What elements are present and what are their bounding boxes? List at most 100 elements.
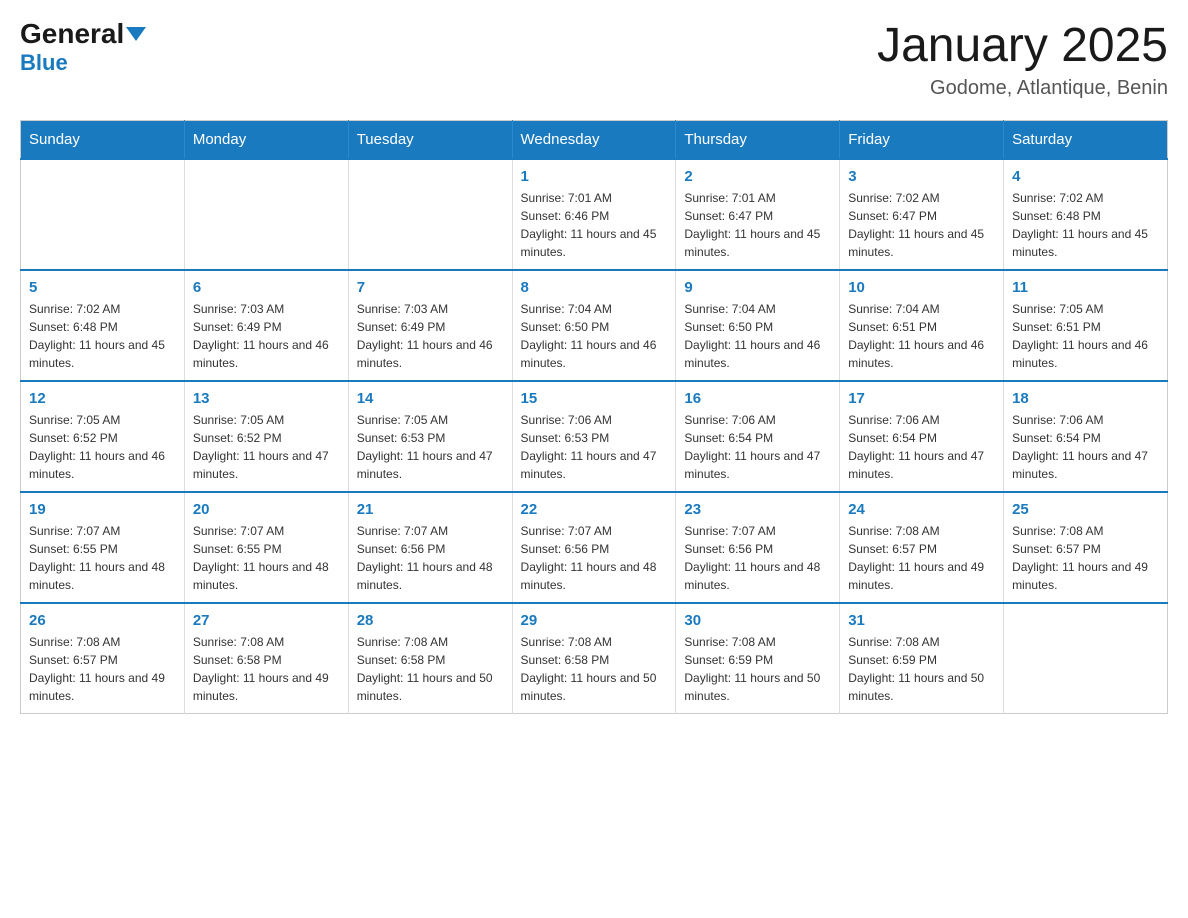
calendar-day-cell: 14Sunrise: 7:05 AM Sunset: 6:53 PM Dayli… bbox=[348, 381, 512, 492]
calendar-day-cell: 1 Sunrise: 7:01 AM Sunset: 6:46 PM Daylig… bbox=[512, 159, 676, 270]
day-number: 19 bbox=[29, 501, 176, 518]
day-of-week-header: Sunday bbox=[21, 120, 185, 159]
logo-general: General bbox=[20, 20, 146, 48]
calendar-day-cell: 11Sunrise: 7:05 AM Sunset: 6:51 PM Dayli… bbox=[1004, 270, 1168, 381]
calendar-day-cell: 3 Sunrise: 7:02 AM Sunset: 6:47 PM Daylig… bbox=[840, 159, 1004, 270]
day-number: 1 bbox=[521, 168, 668, 185]
calendar-day-cell: 31 Sunrise: 7:08 AM Sunset: 6:59 PM Dayli… bbox=[840, 603, 1004, 714]
day-number: 12 bbox=[29, 390, 176, 407]
day-number: 9 bbox=[684, 279, 831, 296]
day-of-week-header: Thursday bbox=[676, 120, 840, 159]
calendar-day-cell: 4 Sunrise: 7:02 AM Sunset: 6:48 PM Daylig… bbox=[1004, 159, 1168, 270]
day-info: Sunrise: 7:08 AM Sunset: 6:58 PM Dayligh… bbox=[521, 633, 668, 705]
calendar-day-cell: 9 Sunrise: 7:04 AM Sunset: 6:50 PM Daylig… bbox=[676, 270, 840, 381]
day-number: 24 bbox=[848, 501, 995, 518]
calendar-day-cell bbox=[348, 159, 512, 270]
location: Godome, Atlantique, Benin bbox=[877, 77, 1168, 100]
day-info: Sunrise: 7:06 AM Sunset: 6:54 PM Dayligh… bbox=[1012, 411, 1159, 483]
day-of-week-header: Wednesday bbox=[512, 120, 676, 159]
day-number: 14 bbox=[357, 390, 504, 407]
calendar-day-cell bbox=[1004, 603, 1168, 714]
day-info: Sunrise: 7:06 AM Sunset: 6:53 PM Dayligh… bbox=[521, 411, 668, 483]
day-info: Sunrise: 7:08 AM Sunset: 6:57 PM Dayligh… bbox=[29, 633, 176, 705]
calendar-day-cell: 10 Sunrise: 7:04 AM Sunset: 6:51 PM Dayli… bbox=[840, 270, 1004, 381]
calendar-day-cell: 6 Sunrise: 7:03 AM Sunset: 6:49 PM Daylig… bbox=[184, 270, 348, 381]
day-info: Sunrise: 7:03 AM Sunset: 6:49 PM Dayligh… bbox=[193, 300, 340, 372]
day-of-week-header: Saturday bbox=[1004, 120, 1168, 159]
day-number: 15 bbox=[521, 390, 668, 407]
calendar-day-cell bbox=[21, 159, 185, 270]
day-info: Sunrise: 7:06 AM Sunset: 6:54 PM Dayligh… bbox=[848, 411, 995, 483]
day-number: 17 bbox=[848, 390, 995, 407]
day-info: Sunrise: 7:03 AM Sunset: 6:49 PM Dayligh… bbox=[357, 300, 504, 372]
day-number: 25 bbox=[1012, 501, 1159, 518]
day-info: Sunrise: 7:04 AM Sunset: 6:51 PM Dayligh… bbox=[848, 300, 995, 372]
calendar-week-row: 26 Sunrise: 7:08 AM Sunset: 6:57 PM Dayli… bbox=[21, 603, 1168, 714]
calendar-day-cell: 28Sunrise: 7:08 AM Sunset: 6:58 PM Dayli… bbox=[348, 603, 512, 714]
calendar-week-row: 5Sunrise: 7:02 AM Sunset: 6:48 PM Daylig… bbox=[21, 270, 1168, 381]
day-number: 4 bbox=[1012, 168, 1159, 185]
day-number: 6 bbox=[193, 279, 340, 296]
day-info: Sunrise: 7:02 AM Sunset: 6:47 PM Dayligh… bbox=[848, 189, 995, 261]
calendar-week-row: 12 Sunrise: 7:05 AM Sunset: 6:52 PM Dayli… bbox=[21, 381, 1168, 492]
day-of-week-header: Friday bbox=[840, 120, 1004, 159]
calendar-day-cell: 17 Sunrise: 7:06 AM Sunset: 6:54 PM Dayli… bbox=[840, 381, 1004, 492]
day-number: 11 bbox=[1012, 279, 1159, 296]
day-info: Sunrise: 7:07 AM Sunset: 6:56 PM Dayligh… bbox=[521, 522, 668, 594]
day-info: Sunrise: 7:08 AM Sunset: 6:57 PM Dayligh… bbox=[848, 522, 995, 594]
calendar-day-cell: 25 Sunrise: 7:08 AM Sunset: 6:57 PM Dayli… bbox=[1004, 492, 1168, 603]
calendar-week-row: 19 Sunrise: 7:07 AM Sunset: 6:55 PM Dayli… bbox=[21, 492, 1168, 603]
day-number: 30 bbox=[684, 612, 831, 629]
day-number: 26 bbox=[29, 612, 176, 629]
day-info: Sunrise: 7:01 AM Sunset: 6:47 PM Dayligh… bbox=[684, 189, 831, 261]
calendar-day-cell: 26 Sunrise: 7:08 AM Sunset: 6:57 PM Dayli… bbox=[21, 603, 185, 714]
day-number: 27 bbox=[193, 612, 340, 629]
day-info: Sunrise: 7:07 AM Sunset: 6:55 PM Dayligh… bbox=[29, 522, 176, 594]
day-info: Sunrise: 7:07 AM Sunset: 6:56 PM Dayligh… bbox=[684, 522, 831, 594]
calendar-day-cell: 2 Sunrise: 7:01 AM Sunset: 6:47 PM Daylig… bbox=[676, 159, 840, 270]
month-title: January 2025 bbox=[877, 20, 1168, 73]
page-header: General Blue January 2025 Godome, Atlant… bbox=[20, 20, 1168, 100]
title-area: January 2025 Godome, Atlantique, Benin bbox=[877, 20, 1168, 100]
calendar-day-cell: 27 Sunrise: 7:08 AM Sunset: 6:58 PM Dayli… bbox=[184, 603, 348, 714]
calendar-day-cell: 23Sunrise: 7:07 AM Sunset: 6:56 PM Dayli… bbox=[676, 492, 840, 603]
day-number: 5 bbox=[29, 279, 176, 296]
calendar-day-cell: 5Sunrise: 7:02 AM Sunset: 6:48 PM Daylig… bbox=[21, 270, 185, 381]
day-of-week-header: Monday bbox=[184, 120, 348, 159]
calendar: SundayMondayTuesdayWednesdayThursdayFrid… bbox=[20, 120, 1168, 714]
calendar-day-cell bbox=[184, 159, 348, 270]
logo-blue: Blue bbox=[20, 50, 68, 76]
calendar-header-row: SundayMondayTuesdayWednesdayThursdayFrid… bbox=[21, 120, 1168, 159]
day-info: Sunrise: 7:08 AM Sunset: 6:57 PM Dayligh… bbox=[1012, 522, 1159, 594]
day-number: 2 bbox=[684, 168, 831, 185]
day-info: Sunrise: 7:07 AM Sunset: 6:55 PM Dayligh… bbox=[193, 522, 340, 594]
calendar-day-cell: 18Sunrise: 7:06 AM Sunset: 6:54 PM Dayli… bbox=[1004, 381, 1168, 492]
calendar-day-cell: 29 Sunrise: 7:08 AM Sunset: 6:58 PM Dayli… bbox=[512, 603, 676, 714]
day-info: Sunrise: 7:04 AM Sunset: 6:50 PM Dayligh… bbox=[684, 300, 831, 372]
day-number: 3 bbox=[848, 168, 995, 185]
day-number: 8 bbox=[521, 279, 668, 296]
day-info: Sunrise: 7:05 AM Sunset: 6:52 PM Dayligh… bbox=[193, 411, 340, 483]
day-of-week-header: Tuesday bbox=[348, 120, 512, 159]
day-number: 31 bbox=[848, 612, 995, 629]
calendar-day-cell: 7Sunrise: 7:03 AM Sunset: 6:49 PM Daylig… bbox=[348, 270, 512, 381]
day-info: Sunrise: 7:02 AM Sunset: 6:48 PM Dayligh… bbox=[1012, 189, 1159, 261]
day-info: Sunrise: 7:01 AM Sunset: 6:46 PM Dayligh… bbox=[521, 189, 668, 261]
day-info: Sunrise: 7:08 AM Sunset: 6:59 PM Dayligh… bbox=[848, 633, 995, 705]
calendar-day-cell: 13 Sunrise: 7:05 AM Sunset: 6:52 PM Dayli… bbox=[184, 381, 348, 492]
calendar-day-cell: 15 Sunrise: 7:06 AM Sunset: 6:53 PM Dayli… bbox=[512, 381, 676, 492]
calendar-day-cell: 24 Sunrise: 7:08 AM Sunset: 6:57 PM Dayli… bbox=[840, 492, 1004, 603]
calendar-day-cell: 30Sunrise: 7:08 AM Sunset: 6:59 PM Dayli… bbox=[676, 603, 840, 714]
calendar-day-cell: 20Sunrise: 7:07 AM Sunset: 6:55 PM Dayli… bbox=[184, 492, 348, 603]
day-number: 29 bbox=[521, 612, 668, 629]
day-info: Sunrise: 7:04 AM Sunset: 6:50 PM Dayligh… bbox=[521, 300, 668, 372]
day-number: 10 bbox=[848, 279, 995, 296]
day-number: 21 bbox=[357, 501, 504, 518]
day-number: 13 bbox=[193, 390, 340, 407]
calendar-day-cell: 16Sunrise: 7:06 AM Sunset: 6:54 PM Dayli… bbox=[676, 381, 840, 492]
day-info: Sunrise: 7:08 AM Sunset: 6:58 PM Dayligh… bbox=[193, 633, 340, 705]
calendar-day-cell: 12 Sunrise: 7:05 AM Sunset: 6:52 PM Dayli… bbox=[21, 381, 185, 492]
day-info: Sunrise: 7:05 AM Sunset: 6:52 PM Dayligh… bbox=[29, 411, 176, 483]
calendar-day-cell: 22Sunrise: 7:07 AM Sunset: 6:56 PM Dayli… bbox=[512, 492, 676, 603]
logo-triangle-icon bbox=[126, 27, 146, 41]
